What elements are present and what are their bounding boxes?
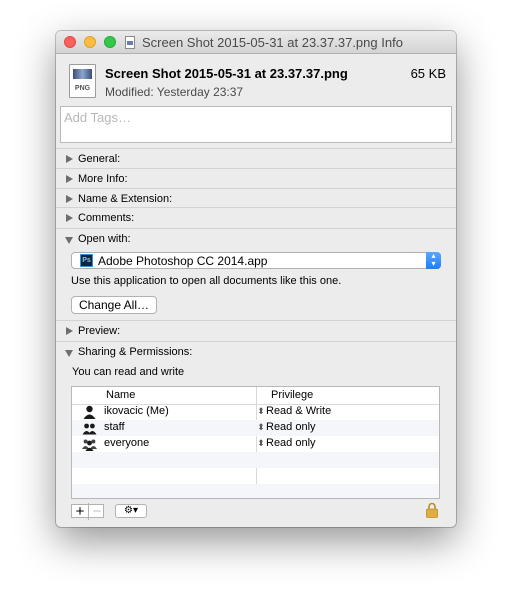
disclosure-triangle-icon[interactable] — [66, 195, 73, 203]
file-name: Screen Shot 2015-05-31 at 23.37.37.png — [105, 66, 348, 81]
window-title: Screen Shot 2015-05-31 at 23.37.37.png I… — [142, 35, 403, 50]
section-sharing-permissions[interactable]: Sharing & Permissions: — [56, 341, 456, 362]
remove-user-button[interactable]: − — [88, 503, 105, 520]
add-user-button[interactable]: + — [72, 503, 88, 520]
privilege-column-header[interactable]: Privilege — [271, 389, 313, 401]
empty-row — [72, 484, 439, 498]
lock-icon[interactable] — [426, 502, 438, 518]
disclosure-triangle-open-icon[interactable] — [65, 237, 73, 244]
disclosure-triangle-icon[interactable] — [66, 155, 73, 163]
everyone-icon — [82, 439, 97, 451]
privilege-popup[interactable]: ⬍Read only — [256, 437, 315, 449]
permission-summary: You can read and write — [72, 366, 185, 378]
photoshop-icon: Ps — [80, 254, 93, 267]
open-with-description: Use this application to open all documen… — [71, 275, 342, 287]
disclosure-triangle-icon[interactable] — [66, 175, 73, 183]
privilege-popup[interactable]: ⬍Read only — [256, 421, 315, 433]
group-icon — [82, 423, 97, 435]
add-remove-control: + − — [71, 503, 105, 520]
disclosure-triangle-icon[interactable] — [66, 214, 73, 222]
action-gear-button[interactable]: ⚙▾ — [115, 504, 147, 518]
section-comments[interactable]: Comments: — [56, 207, 456, 228]
disclosure-triangle-open-icon[interactable] — [65, 350, 73, 357]
popup-chevron-icon: ⬍ — [257, 438, 265, 448]
section-name-extension[interactable]: Name & Extension: — [56, 188, 456, 209]
info-window: Screen Shot 2015-05-31 at 23.37.37.png I… — [56, 31, 456, 527]
user-name: ikovacic (Me) — [104, 405, 169, 417]
document-icon[interactable] — [125, 36, 135, 49]
table-row[interactable]: ikovacic (Me) ⬍Read & Write — [72, 404, 439, 420]
table-row[interactable]: everyone ⬍Read only — [72, 436, 439, 452]
popup-chevron-icon: ⬍ — [257, 406, 265, 416]
change-all-button[interactable]: Change All… — [71, 296, 157, 314]
select-arrows-icon[interactable]: ▴ ▾ — [426, 252, 441, 269]
section-general[interactable]: General: — [56, 148, 456, 169]
zoom-button[interactable] — [104, 36, 116, 48]
minimize-button[interactable] — [84, 36, 96, 48]
png-file-icon: PNG — [69, 64, 96, 98]
open-with-app-select[interactable]: Ps Adobe Photoshop CC 2014.app ▴ ▾ — [71, 252, 441, 269]
permissions-table: Name Privilege ikovacic (Me) ⬍Read & Wri… — [71, 386, 440, 499]
title-bar[interactable]: Screen Shot 2015-05-31 at 23.37.37.png I… — [56, 31, 456, 54]
privilege-popup[interactable]: ⬍Read & Write — [256, 405, 331, 417]
section-open-with[interactable]: Open with: — [56, 228, 456, 249]
modified-date: Modified: Yesterday 23:37 — [105, 85, 244, 99]
user-name: everyone — [104, 437, 150, 449]
section-more-info[interactable]: More Info: — [56, 168, 456, 189]
file-size: 65 KB — [410, 66, 446, 81]
table-row[interactable]: staff ⬍Read only — [72, 420, 439, 436]
empty-row — [72, 452, 439, 468]
selected-app-name: Adobe Photoshop CC 2014.app — [98, 254, 268, 268]
name-column-header[interactable]: Name — [106, 389, 135, 401]
close-button[interactable] — [64, 36, 76, 48]
tags-field[interactable]: Add Tags… — [60, 106, 452, 143]
section-preview[interactable]: Preview: — [56, 320, 456, 341]
popup-chevron-icon: ⬍ — [257, 422, 265, 432]
user-icon — [83, 405, 96, 419]
disclosure-triangle-icon[interactable] — [66, 327, 73, 335]
file-header: PNG Screen Shot 2015-05-31 at 23.37.37.p… — [56, 54, 456, 102]
user-name: staff — [104, 421, 125, 433]
permissions-toolbar: + − ⚙▾ — [56, 501, 456, 521]
